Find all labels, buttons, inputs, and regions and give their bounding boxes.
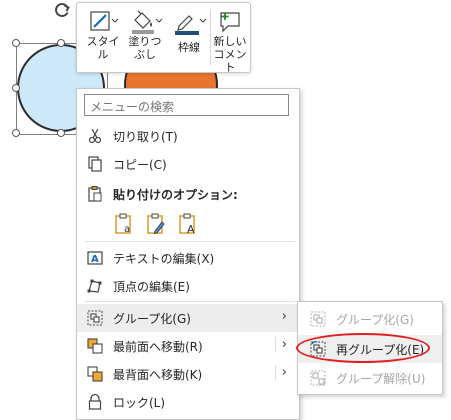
- style-button[interactable]: スタイ ル: [85, 9, 121, 61]
- new-comment-label-line2: コメント: [213, 48, 247, 74]
- send-to-back-label: 最背面へ移動(K): [113, 368, 203, 382]
- bring-to-front-icon: [86, 337, 104, 355]
- fill-label-line2: ぶし: [134, 48, 156, 61]
- new-comment-icon: [220, 12, 240, 33]
- resize-handle-top-left[interactable]: [12, 39, 20, 47]
- new-comment-button[interactable]: 新しい コメント: [212, 9, 248, 74]
- menu-item-copy[interactable]: コピー(C): [77, 150, 299, 178]
- submenu-item-ungroup: グループ解除(U): [298, 364, 442, 392]
- edit-text-label: テキストの編集(X): [113, 252, 215, 266]
- fill-label-line1: 塗りつ: [128, 35, 162, 48]
- menu-divider: [85, 241, 295, 242]
- send-to-back-icon: [86, 365, 104, 383]
- ungroup-icon: [309, 369, 327, 387]
- highlight-ellipse-annotation: [296, 333, 430, 363]
- copy-icon: [86, 155, 104, 173]
- submenu-ungroup-label: グループ解除(U): [336, 372, 426, 386]
- paste-options-label: 貼り付けのオプション:: [113, 188, 238, 202]
- clipboard-icon: [86, 185, 104, 203]
- scissors-icon: [86, 127, 104, 145]
- edit-text-icon: A: [86, 249, 104, 267]
- chevron-right-icon[interactable]: ›: [274, 337, 287, 352]
- outline-pen-icon: [175, 15, 207, 35]
- menu-search-input[interactable]: [84, 94, 289, 116]
- outline-label: 枠線: [178, 41, 200, 54]
- paste-use-destination-theme-icon[interactable]: a: [113, 212, 135, 236]
- menu-divider: [85, 301, 295, 302]
- group-icon: [309, 310, 327, 328]
- menu-item-bring-to-front[interactable]: 最前面へ移動(R) ›: [77, 332, 299, 360]
- paint-bucket-icon: [132, 10, 163, 34]
- edit-points-label: 頂点の編集(E): [113, 280, 190, 294]
- chevron-right-icon: ›: [281, 309, 287, 324]
- style-label-line1: スタイ: [86, 35, 120, 48]
- lock-label: ロック(L): [113, 396, 166, 410]
- svg-text:A: A: [187, 223, 195, 236]
- resize-handle-bottom-left[interactable]: [12, 129, 20, 137]
- menu-item-cut[interactable]: 切り取り(T): [77, 122, 299, 150]
- shape-style-icon: [90, 11, 119, 31]
- submenu-item-group: グループ化(G): [298, 305, 442, 333]
- svg-text:A: A: [91, 254, 99, 265]
- menu-item-group[interactable]: グループ化(G) ›: [77, 304, 299, 332]
- resize-handle-left[interactable]: [12, 84, 20, 92]
- menu-item-paste-options: 貼り付けのオプション:: [77, 180, 299, 208]
- menu-item-send-to-back[interactable]: 最背面へ移動(K) ›: [77, 360, 299, 388]
- menu-item-lock[interactable]: ロック(L): [77, 388, 299, 416]
- resize-handle-top[interactable]: [57, 39, 65, 47]
- copy-label: コピー(C): [113, 158, 167, 172]
- lock-icon: [86, 393, 104, 411]
- mini-toolbar: スタイ ル 塗りつ ぶし 枠線 新しい コメント: [76, 2, 251, 74]
- style-label-line2: ル: [97, 48, 109, 61]
- paste-keep-text-only-icon[interactable]: A: [177, 212, 199, 236]
- svg-text:a: a: [124, 224, 130, 235]
- toolbar-divider: [210, 9, 211, 65]
- cut-label: 切り取り(T): [113, 130, 178, 144]
- rotate-handle-icon[interactable]: [52, 0, 72, 20]
- outline-button[interactable]: 枠線: [170, 9, 208, 54]
- menu-item-edit-text[interactable]: A テキストの編集(X): [77, 244, 299, 272]
- new-comment-label-line1: 新しい: [213, 35, 247, 48]
- submenu-group-label: グループ化(G): [336, 313, 414, 327]
- group-label: グループ化(G): [113, 312, 191, 326]
- chevron-right-icon[interactable]: ›: [274, 365, 287, 380]
- fill-button[interactable]: 塗りつ ぶし: [125, 9, 165, 61]
- paste-keep-source-formatting-icon[interactable]: [145, 212, 167, 236]
- bring-to-front-label: 最前面へ移動(R): [113, 340, 203, 354]
- edit-points-icon: [86, 277, 104, 295]
- context-menu: 切り取り(T) コピー(C) 貼り付けのオプション: a: [76, 88, 300, 420]
- group-icon: [86, 309, 104, 327]
- menu-item-edit-points[interactable]: 頂点の編集(E): [77, 272, 299, 300]
- resize-handle-bottom[interactable]: [57, 129, 65, 137]
